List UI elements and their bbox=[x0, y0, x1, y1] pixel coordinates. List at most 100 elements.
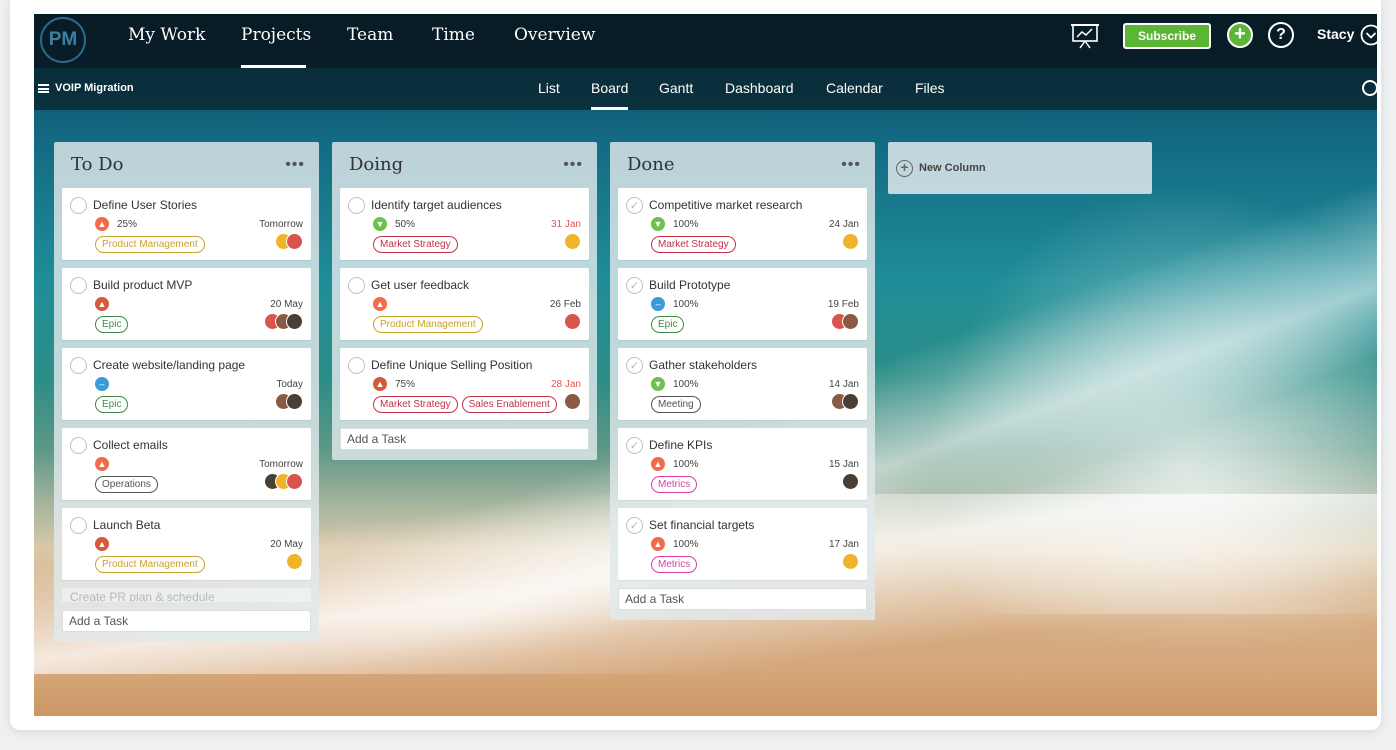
assignee-avatars[interactable] bbox=[842, 233, 859, 250]
assignee-avatars[interactable] bbox=[275, 233, 303, 250]
tag-badge[interactable]: Market Strategy bbox=[651, 235, 736, 253]
task-title[interactable]: Build product MVP bbox=[93, 278, 192, 292]
tag-badge[interactable]: Operations bbox=[95, 475, 158, 493]
complete-checkbox[interactable] bbox=[348, 196, 365, 214]
assignee-avatars[interactable] bbox=[286, 553, 303, 570]
task-card[interactable]: ✓ Gather stakeholders ▼ 100% 14 Jan Meet… bbox=[618, 348, 867, 420]
tab-board[interactable]: Board bbox=[591, 80, 629, 110]
avatar[interactable] bbox=[564, 233, 581, 250]
task-card[interactable]: ✓ Competitive market research ▼ 100% 24 … bbox=[618, 188, 867, 260]
task-card[interactable]: Build product MVP ▲ 20 May Epic bbox=[62, 268, 311, 340]
complete-checkbox[interactable]: ✓ bbox=[626, 356, 643, 374]
task-title[interactable]: Competitive market research bbox=[649, 198, 802, 212]
priority-medium-icon[interactable]: – bbox=[95, 377, 109, 391]
task-title[interactable]: Collect emails bbox=[93, 438, 168, 452]
avatar[interactable] bbox=[842, 553, 859, 570]
tag-badge[interactable]: Metrics bbox=[651, 555, 698, 573]
task-card[interactable]: Define User Stories ▲ 25% Tomorrow Produ… bbox=[62, 188, 311, 260]
nav-time[interactable]: Time bbox=[432, 24, 475, 68]
assignee-avatars[interactable] bbox=[564, 313, 581, 330]
avatar[interactable] bbox=[564, 313, 581, 330]
task-card[interactable]: Create website/landing page – Today Epic bbox=[62, 348, 311, 420]
priority-critical-icon[interactable]: ▲ bbox=[95, 537, 109, 551]
assignee-avatars[interactable] bbox=[842, 553, 859, 570]
assignee-avatars[interactable] bbox=[264, 313, 303, 330]
add-task-input[interactable]: Add a Task bbox=[340, 428, 589, 450]
tag-badge[interactable]: Market Strategy bbox=[373, 395, 458, 413]
new-column-button[interactable]: + New Column bbox=[888, 142, 1152, 194]
nav-projects[interactable]: Projects bbox=[241, 24, 311, 68]
due-date[interactable]: Today bbox=[276, 379, 303, 390]
tag-badge[interactable]: Product Management bbox=[373, 315, 483, 333]
tag-badge[interactable]: Product Management bbox=[95, 555, 205, 573]
subscribe-button[interactable]: Subscribe bbox=[1123, 23, 1211, 49]
avatar[interactable] bbox=[842, 393, 859, 410]
due-date[interactable]: 17 Jan bbox=[829, 539, 859, 550]
complete-checkbox[interactable] bbox=[70, 516, 87, 534]
task-card[interactable]: ✓ Set financial targets ▲ 100% 17 Jan Me… bbox=[618, 508, 867, 580]
task-card[interactable]: ✓ Build Prototype – 100% 19 Feb Epic bbox=[618, 268, 867, 340]
chevron-down-icon[interactable] bbox=[1360, 24, 1377, 46]
assignee-avatars[interactable] bbox=[275, 393, 303, 410]
priority-medium-icon[interactable]: – bbox=[651, 297, 665, 311]
task-title[interactable]: Get user feedback bbox=[371, 278, 469, 292]
complete-checkbox[interactable]: ✓ bbox=[626, 276, 643, 294]
task-title[interactable]: Set financial targets bbox=[649, 518, 754, 532]
hamburger-icon[interactable] bbox=[38, 83, 49, 93]
complete-checkbox[interactable] bbox=[348, 276, 365, 294]
tag-badge[interactable]: Metrics bbox=[651, 475, 698, 493]
complete-checkbox[interactable] bbox=[70, 436, 87, 454]
task-card[interactable]: Identify target audiences ▼ 50% 31 Jan M… bbox=[340, 188, 589, 260]
add-task-input[interactable]: Add a Task bbox=[618, 588, 867, 610]
tab-gantt[interactable]: Gantt bbox=[659, 80, 693, 110]
task-title[interactable]: Launch Beta bbox=[93, 518, 160, 532]
add-task-input[interactable]: Add a Task bbox=[62, 610, 311, 632]
task-title[interactable]: Build Prototype bbox=[649, 278, 730, 292]
task-title[interactable]: Identify target audiences bbox=[371, 198, 502, 212]
more-options-icon[interactable]: ••• bbox=[563, 142, 583, 188]
complete-checkbox[interactable] bbox=[70, 276, 87, 294]
task-card[interactable]: Collect emails ▲ Tomorrow Operations bbox=[62, 428, 311, 500]
avatar[interactable] bbox=[564, 393, 581, 410]
assignee-avatars[interactable] bbox=[831, 393, 859, 410]
complete-checkbox[interactable] bbox=[348, 356, 365, 374]
task-card[interactable]: Get user feedback ▲ 26 Feb Product Manag… bbox=[340, 268, 589, 340]
task-title[interactable]: Gather stakeholders bbox=[649, 358, 757, 372]
presentation-icon[interactable] bbox=[1070, 22, 1100, 50]
more-options-icon[interactable]: ••• bbox=[285, 142, 305, 188]
complete-checkbox[interactable]: ✓ bbox=[626, 516, 643, 534]
complete-checkbox[interactable]: ✓ bbox=[626, 436, 643, 454]
priority-low-icon[interactable]: ▼ bbox=[651, 377, 665, 391]
avatar[interactable] bbox=[842, 233, 859, 250]
task-title[interactable]: Define User Stories bbox=[93, 198, 197, 212]
complete-checkbox[interactable] bbox=[70, 196, 87, 214]
nav-team[interactable]: Team bbox=[347, 24, 393, 68]
task-title[interactable]: Create website/landing page bbox=[93, 358, 245, 372]
task-title[interactable]: Define KPIs bbox=[649, 438, 712, 452]
task-card[interactable]: Define Unique Selling Position ▲ 75% 28 … bbox=[340, 348, 589, 420]
tab-files[interactable]: Files bbox=[915, 80, 945, 110]
assignee-avatars[interactable] bbox=[564, 233, 581, 250]
task-card-partial[interactable]: Create PR plan & schedule bbox=[62, 588, 311, 602]
tag-badge[interactable]: Epic bbox=[95, 395, 129, 413]
tag-badge[interactable]: Product Management bbox=[95, 235, 205, 253]
tag-badge[interactable]: Meeting bbox=[651, 395, 701, 413]
avatar[interactable] bbox=[286, 233, 303, 250]
avatar[interactable] bbox=[286, 313, 303, 330]
assignee-avatars[interactable] bbox=[564, 393, 581, 410]
task-card[interactable]: ✓ Define KPIs ▲ 100% 15 Jan Metrics bbox=[618, 428, 867, 500]
priority-high-icon[interactable]: ▲ bbox=[373, 297, 387, 311]
avatar[interactable] bbox=[842, 473, 859, 490]
tab-list[interactable]: List bbox=[538, 80, 560, 110]
assignee-avatars[interactable] bbox=[842, 473, 859, 490]
due-date[interactable]: 20 May bbox=[270, 299, 303, 310]
add-icon[interactable]: + bbox=[1227, 22, 1253, 48]
user-name[interactable]: Stacy bbox=[1317, 26, 1354, 42]
nav-overview[interactable]: Overview bbox=[514, 24, 595, 68]
help-icon[interactable]: ? bbox=[1268, 22, 1294, 48]
avatar[interactable] bbox=[286, 393, 303, 410]
tab-calendar[interactable]: Calendar bbox=[826, 80, 883, 110]
search-icon[interactable] bbox=[1362, 80, 1377, 96]
priority-high-icon[interactable]: ▲ bbox=[95, 457, 109, 471]
assignee-avatars[interactable] bbox=[831, 313, 859, 330]
